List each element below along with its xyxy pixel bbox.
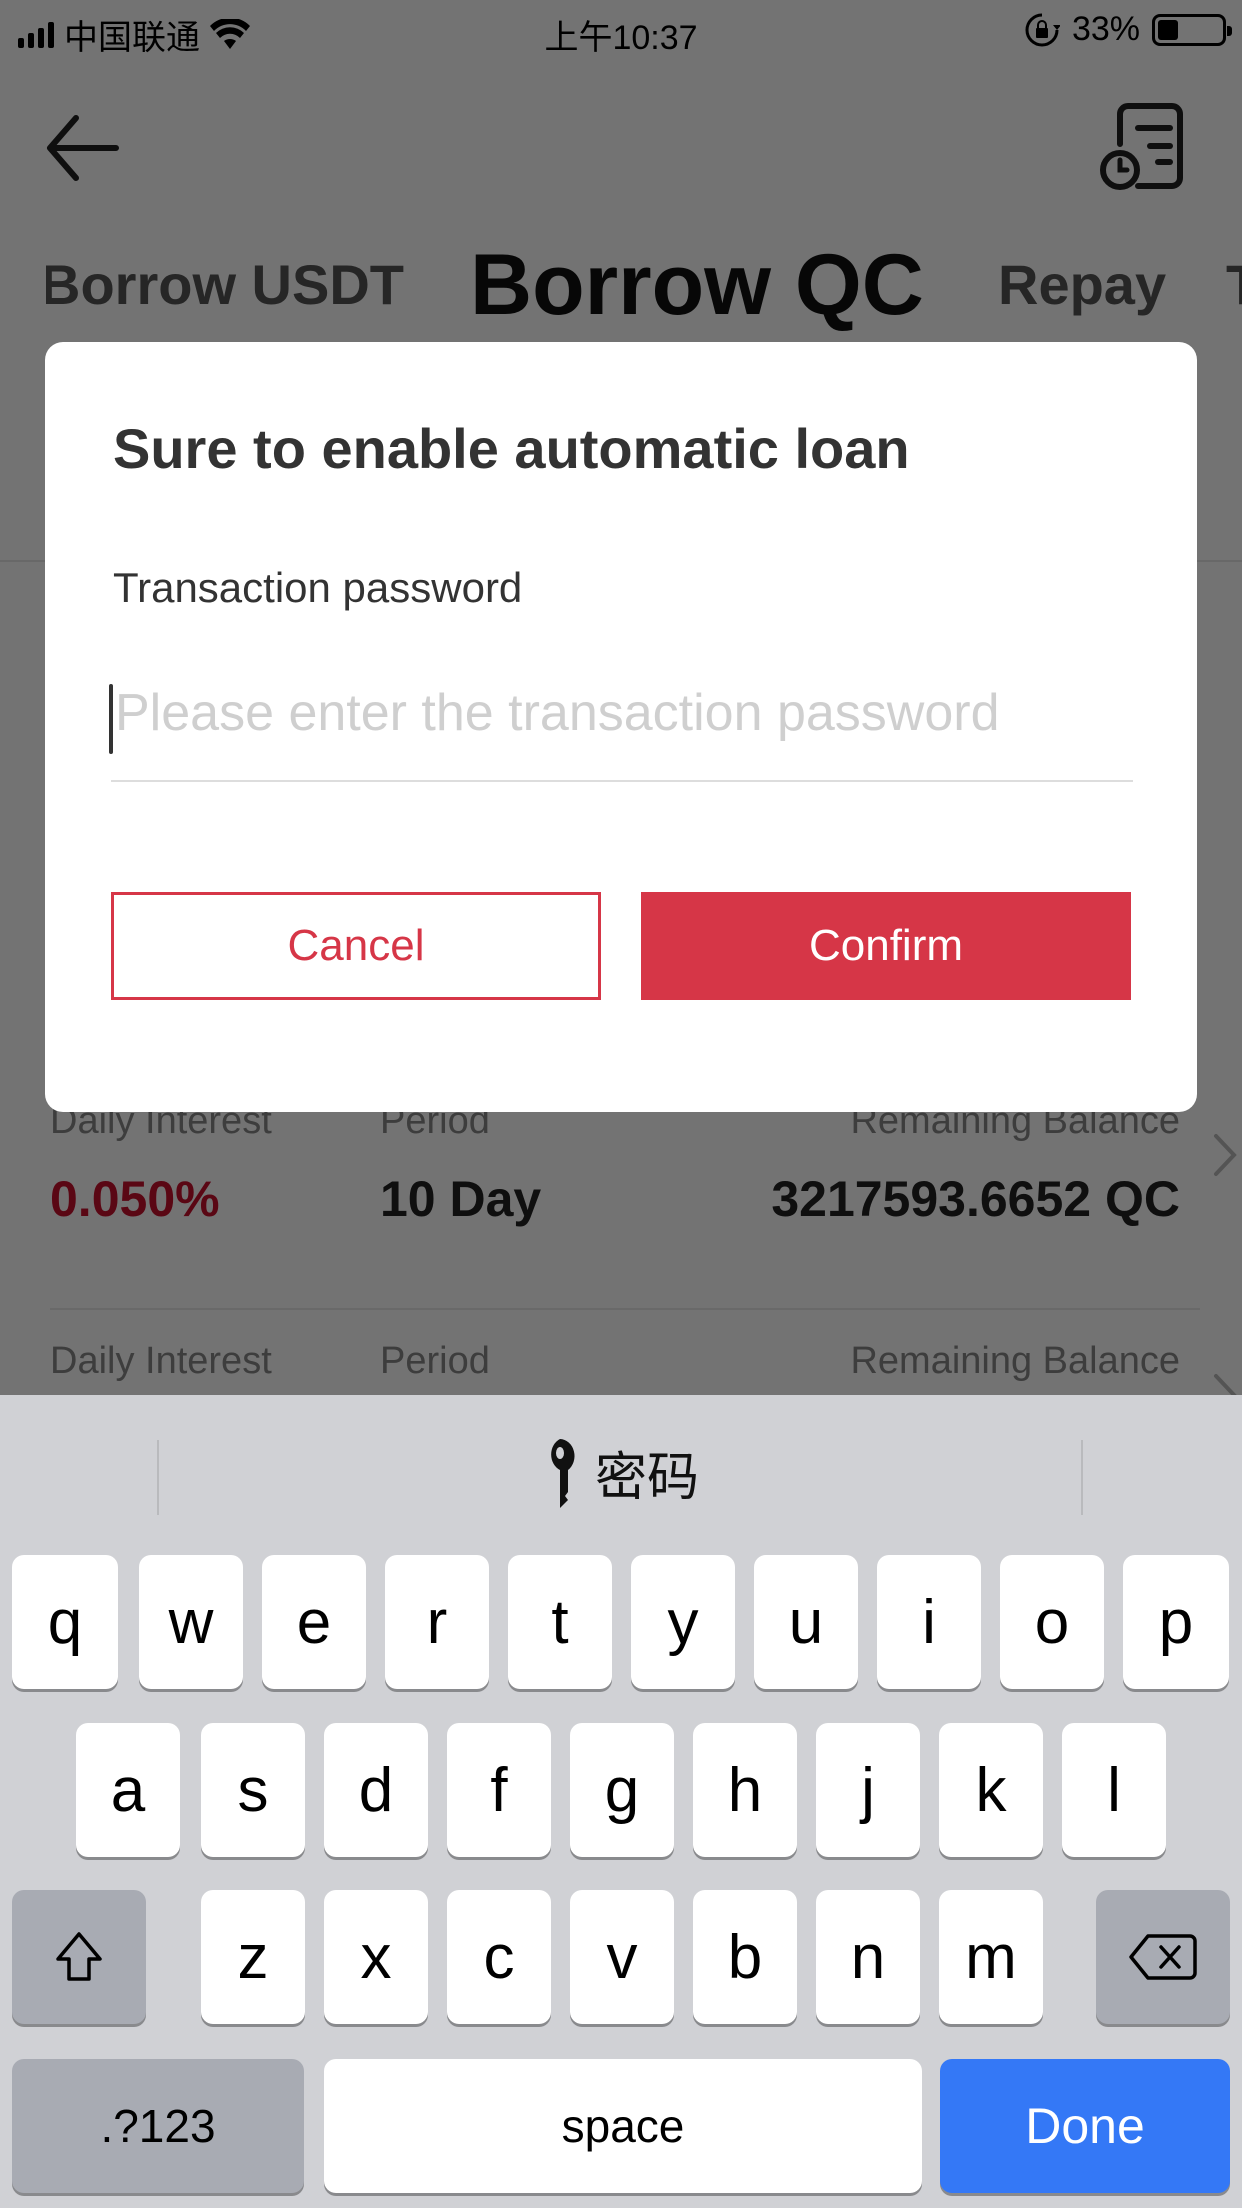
key-d[interactable]: d <box>324 1723 428 1857</box>
confirm-button[interactable]: Confirm <box>641 892 1131 1000</box>
key-o[interactable]: o <box>1000 1555 1104 1689</box>
key-s[interactable]: s <box>201 1723 305 1857</box>
key-m[interactable]: m <box>939 1890 1043 2024</box>
numbers-key[interactable]: .?123 <box>12 2059 304 2193</box>
key-r[interactable]: r <box>385 1555 489 1689</box>
key-c[interactable]: c <box>447 1890 551 2024</box>
key-j[interactable]: j <box>816 1723 920 1857</box>
onscreen-keyboard: 密码 q w e r t y u i o p a s d f g h j k l… <box>0 1395 1242 2208</box>
key-z[interactable]: z <box>201 1890 305 2024</box>
key-q[interactable]: q <box>12 1555 118 1689</box>
key-a[interactable]: a <box>76 1723 180 1857</box>
key-e[interactable]: e <box>262 1555 366 1689</box>
backspace-icon <box>1129 1934 1197 1980</box>
key-t[interactable]: t <box>508 1555 612 1689</box>
key-y[interactable]: y <box>631 1555 735 1689</box>
key-w[interactable]: w <box>139 1555 243 1689</box>
key-icon <box>551 1438 575 1508</box>
key-f[interactable]: f <box>447 1723 551 1857</box>
divider <box>1081 1440 1083 1515</box>
keyboard-toolbar: 密码 <box>0 1395 1242 1535</box>
key-b[interactable]: b <box>693 1890 797 2024</box>
transaction-password-label: Transaction password <box>113 564 523 611</box>
cancel-button[interactable]: Cancel <box>111 892 601 1000</box>
done-key[interactable]: Done <box>940 2059 1230 2193</box>
key-i[interactable]: i <box>877 1555 981 1689</box>
key-g[interactable]: g <box>570 1723 674 1857</box>
key-n[interactable]: n <box>816 1890 920 2024</box>
key-p[interactable]: p <box>1123 1555 1229 1689</box>
key-v[interactable]: v <box>570 1890 674 2024</box>
keyboard-toolbar-label: 密码 <box>594 1449 699 1507</box>
text-cursor <box>109 684 113 754</box>
transaction-password-input[interactable] <box>111 672 1133 782</box>
key-u[interactable]: u <box>754 1555 858 1689</box>
shift-icon <box>56 1932 102 1981</box>
dialog-title: Sure to enable automatic loan renewal? <box>113 417 910 480</box>
space-key[interactable]: space <box>324 2059 922 2193</box>
key-k[interactable]: k <box>939 1723 1043 1857</box>
backspace-key[interactable] <box>1096 1890 1230 2024</box>
confirm-auto-renew-dialog: Sure to enable automatic loan renewal? T… <box>45 342 1197 1112</box>
shift-key[interactable] <box>12 1890 146 2024</box>
key-h[interactable]: h <box>693 1723 797 1857</box>
key-x[interactable]: x <box>324 1890 428 2024</box>
key-l[interactable]: l <box>1062 1723 1166 1857</box>
